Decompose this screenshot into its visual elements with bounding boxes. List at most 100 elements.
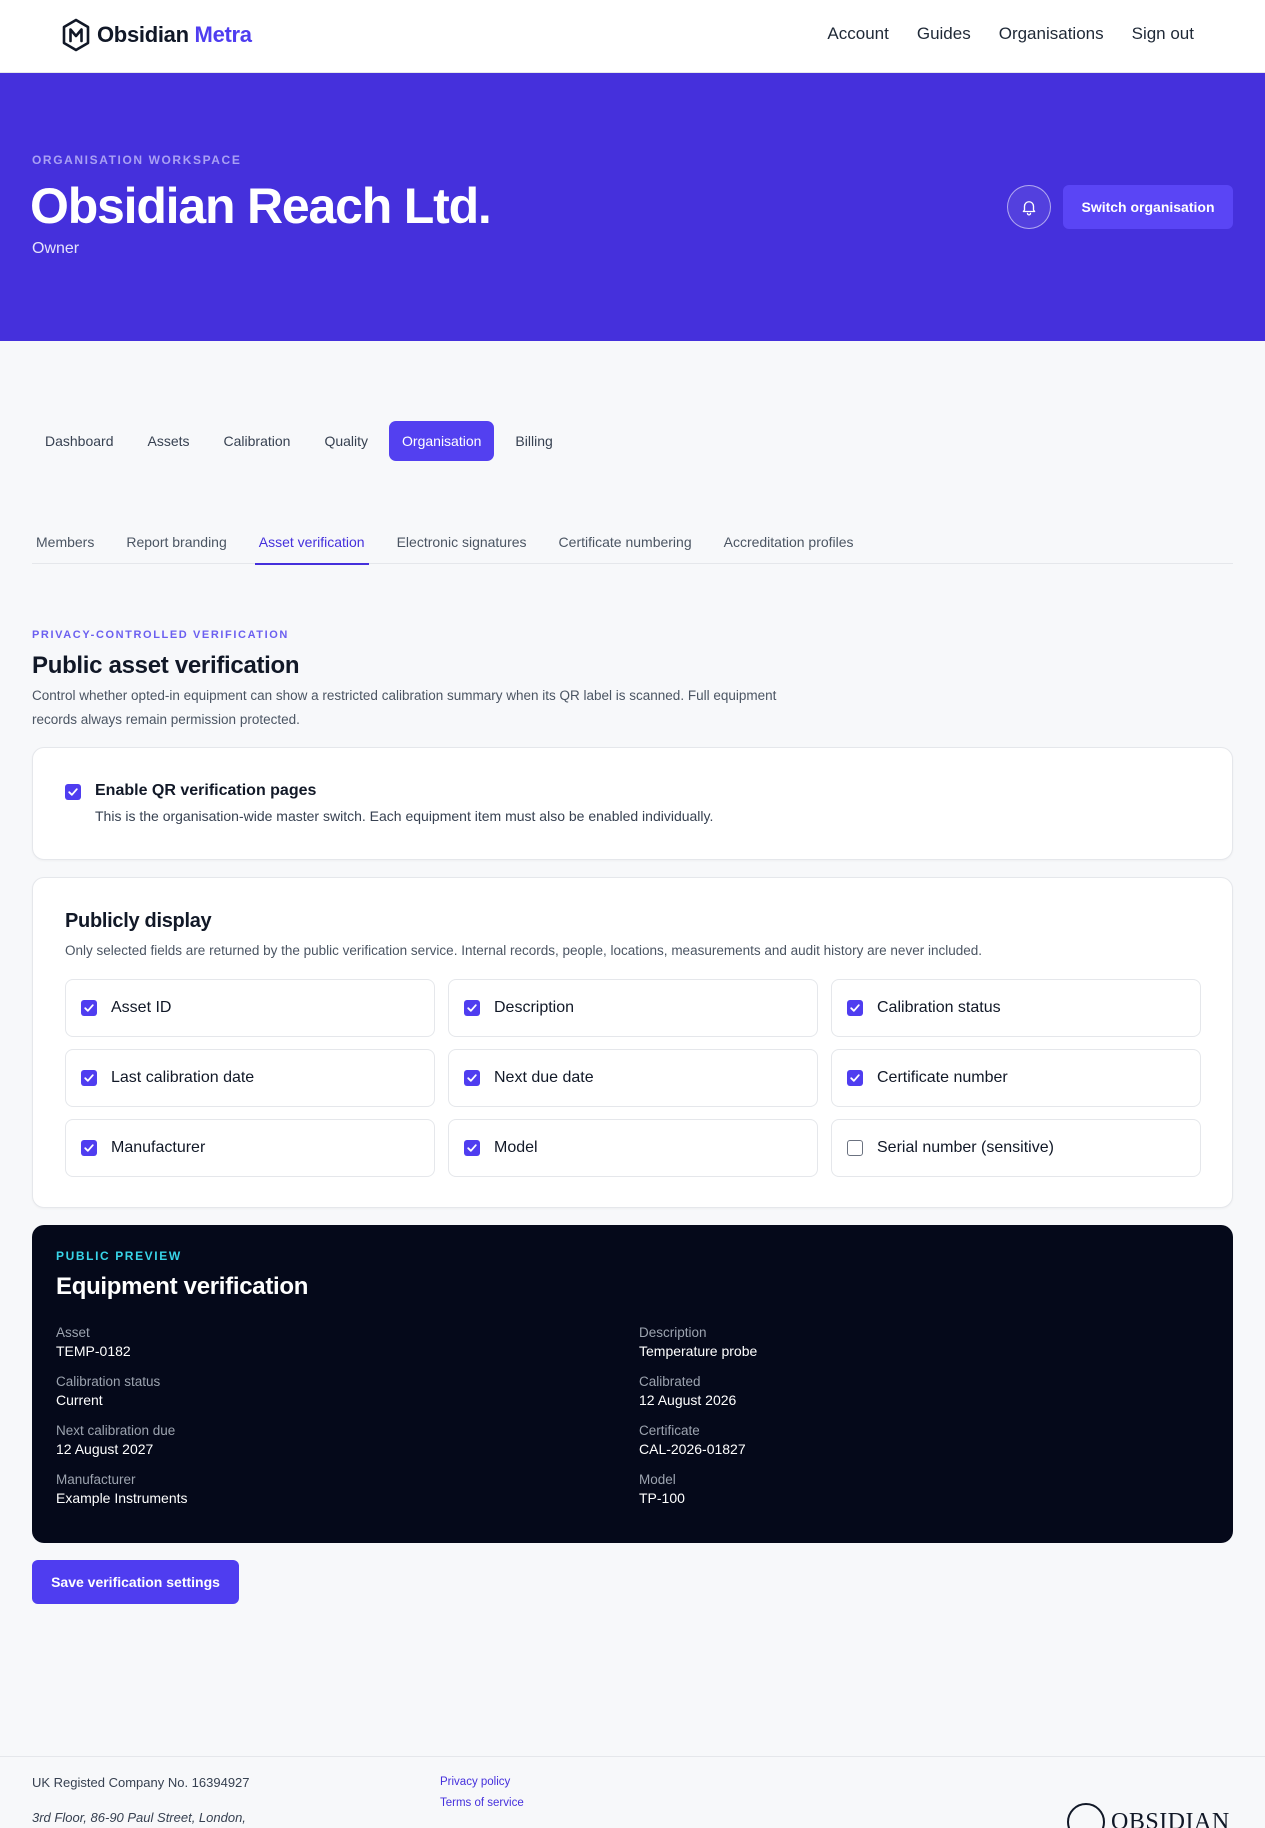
preview-item-certificate: Certificate CAL-2026-01827 — [639, 1422, 1199, 1459]
field-option-serial-number-sensitive[interactable]: Serial number (sensitive) — [831, 1119, 1201, 1177]
section-kicker: PRIVACY-CONTROLLED VERIFICATION — [32, 629, 289, 641]
public-fields-grid: Asset ID Description Calibration status Las… — [65, 979, 1202, 1177]
footer-links: Privacy policy Terms of service — [440, 1776, 524, 1809]
field-option-certificate-number[interactable]: Certificate number — [831, 1049, 1201, 1107]
footer-logo-text: OBSIDIAN — [1111, 1808, 1230, 1828]
brand-name: Obsidian Metra — [97, 22, 252, 47]
checkmark-icon — [850, 1004, 860, 1012]
hero-kicker: ORGANISATION WORKSPACE — [32, 153, 242, 167]
preview-value: TEMP-0182 — [56, 1343, 131, 1359]
field-checkbox-model[interactable] — [464, 1140, 480, 1156]
field-label: Last calibration date — [111, 1069, 255, 1086]
preview-label: Asset — [56, 1325, 90, 1340]
preview-label: Certificate — [639, 1423, 700, 1438]
preview-value: 12 August 2026 — [639, 1392, 737, 1408]
checkmark-icon — [84, 1144, 94, 1152]
qr-verification-label[interactable]: Enable QR verification pages — [95, 782, 713, 800]
subtab-asset-verification[interactable]: Asset verification — [254, 520, 369, 565]
preview-item-model: Model TP-100 — [639, 1471, 1199, 1508]
subtab-certificate-numbering[interactable]: Certificate numbering — [555, 520, 696, 564]
field-label: Next due date — [494, 1069, 594, 1086]
field-option-manufacturer[interactable]: Manufacturer — [65, 1119, 435, 1177]
organisation-hero: ORGANISATION WORKSPACE Obsidian Reach Lt… — [0, 73, 1265, 341]
field-option-next-due-date[interactable]: Next due date — [448, 1049, 818, 1107]
nav-account-link[interactable]: Account — [827, 24, 888, 44]
terms-of-service-link[interactable]: Terms of service — [440, 1797, 524, 1809]
field-checkbox-calibration-status[interactable] — [847, 1000, 863, 1016]
qr-verification-checkbox[interactable] — [65, 784, 81, 800]
checkmark-icon — [84, 1004, 94, 1012]
user-role: Owner — [32, 240, 80, 257]
public-fields-description: Only selected fields are returned by the… — [65, 943, 982, 958]
company-registration: UK Registed Company No. 16394927 — [32, 1775, 250, 1790]
field-checkbox-description[interactable] — [464, 1000, 480, 1016]
tab-billing[interactable]: Billing — [502, 421, 565, 461]
field-label: Manufacturer — [111, 1139, 206, 1156]
hexagon-m-logo-icon — [62, 18, 90, 52]
field-checkbox-certificate-number[interactable] — [847, 1070, 863, 1086]
preview-label: Calibration status — [56, 1374, 161, 1389]
top-navbar: Obsidian Metra Account Guides Organisati… — [0, 0, 1265, 73]
tab-calibration[interactable]: Calibration — [211, 421, 304, 461]
settings-subtabs: Members Report branding Asset verificati… — [32, 520, 1233, 565]
tab-organisation[interactable]: Organisation — [389, 421, 495, 461]
preview-value: CAL-2026-01827 — [639, 1441, 746, 1457]
preview-label: Next calibration due — [56, 1423, 176, 1438]
field-option-calibration-status[interactable]: Calibration status — [831, 979, 1201, 1037]
nav-sign-out-link[interactable]: Sign out — [1132, 24, 1194, 44]
footer-logo: OBSIDIAN — [1067, 1803, 1230, 1828]
field-checkbox-asset-id[interactable] — [81, 1000, 97, 1016]
company-address: 3rd Floor, 86-90 Paul Street, London, — [32, 1810, 246, 1825]
tab-assets[interactable]: Assets — [135, 421, 203, 461]
field-label: Asset ID — [111, 999, 172, 1016]
nav-guides-link[interactable]: Guides — [917, 24, 971, 44]
field-checkbox-last-calibration-date[interactable] — [81, 1070, 97, 1086]
preview-value: TP-100 — [639, 1490, 685, 1506]
preview-value: Temperature probe — [639, 1343, 758, 1359]
nav-organisations-link[interactable]: Organisations — [999, 24, 1104, 44]
field-option-last-calibration-date[interactable]: Last calibration date — [65, 1049, 435, 1107]
public-fields-card: Publicly display Only selected fields ar… — [32, 877, 1233, 1208]
switch-organisation-button[interactable]: Switch organisation — [1063, 185, 1233, 229]
qr-verification-card: Enable QR verification pages This is the… — [32, 747, 1233, 860]
field-checkbox-manufacturer[interactable] — [81, 1140, 97, 1156]
main-nav: Account Guides Organisations Sign out — [827, 24, 1194, 44]
field-label: Description — [494, 999, 575, 1016]
checkmark-icon — [84, 1074, 94, 1082]
field-option-description[interactable]: Description — [448, 979, 818, 1037]
checkmark-icon — [467, 1144, 477, 1152]
preview-details-grid: Asset TEMP-0182 Description Temperature pro… — [56, 1324, 1206, 1508]
preview-item-calibrated: Calibrated 12 August 2026 — [639, 1373, 1199, 1410]
save-verification-settings-button[interactable]: Save verification settings — [32, 1560, 239, 1604]
checkmark-icon — [467, 1074, 477, 1082]
preview-value: Example Instruments — [56, 1490, 188, 1506]
privacy-policy-link[interactable]: Privacy policy — [440, 1776, 524, 1788]
footer: UK Registed Company No. 16394927 3rd Flo… — [0, 1756, 1265, 1828]
preview-label: Description — [639, 1325, 707, 1340]
tab-dashboard[interactable]: Dashboard — [32, 421, 127, 461]
subtab-accreditation-profiles[interactable]: Accreditation profiles — [720, 520, 858, 564]
subtab-electronic-signatures[interactable]: Electronic signatures — [393, 520, 531, 564]
checkmark-icon — [68, 788, 78, 796]
preview-item-asset: Asset TEMP-0182 — [56, 1324, 639, 1361]
section-title: Public asset verification — [32, 652, 300, 679]
field-option-asset-id[interactable]: Asset ID — [65, 979, 435, 1037]
preview-value: 12 August 2027 — [56, 1441, 154, 1457]
notifications-button[interactable] — [1007, 185, 1051, 229]
section-description: Control whether opted-in equipment can s… — [32, 688, 777, 727]
subtab-report-branding[interactable]: Report branding — [122, 520, 230, 564]
checkmark-icon — [850, 1074, 860, 1082]
field-option-model[interactable]: Model — [448, 1119, 818, 1177]
bell-icon — [1022, 201, 1036, 216]
tab-quality[interactable]: Quality — [311, 421, 381, 461]
preview-label: Calibrated — [639, 1374, 701, 1389]
preview-kicker: PUBLIC PREVIEW — [56, 1249, 182, 1263]
field-label: Model — [494, 1139, 538, 1156]
field-checkbox-serial-number-sensitive[interactable] — [847, 1140, 863, 1156]
preview-value: Current — [56, 1392, 103, 1408]
public-fields-title: Publicly display — [65, 910, 212, 932]
brand-logo[interactable]: Obsidian Metra — [61, 18, 252, 52]
preview-item-calibration-status: Calibration status Current — [56, 1373, 639, 1410]
field-checkbox-next-due-date[interactable] — [464, 1070, 480, 1086]
subtab-members[interactable]: Members — [32, 520, 98, 564]
